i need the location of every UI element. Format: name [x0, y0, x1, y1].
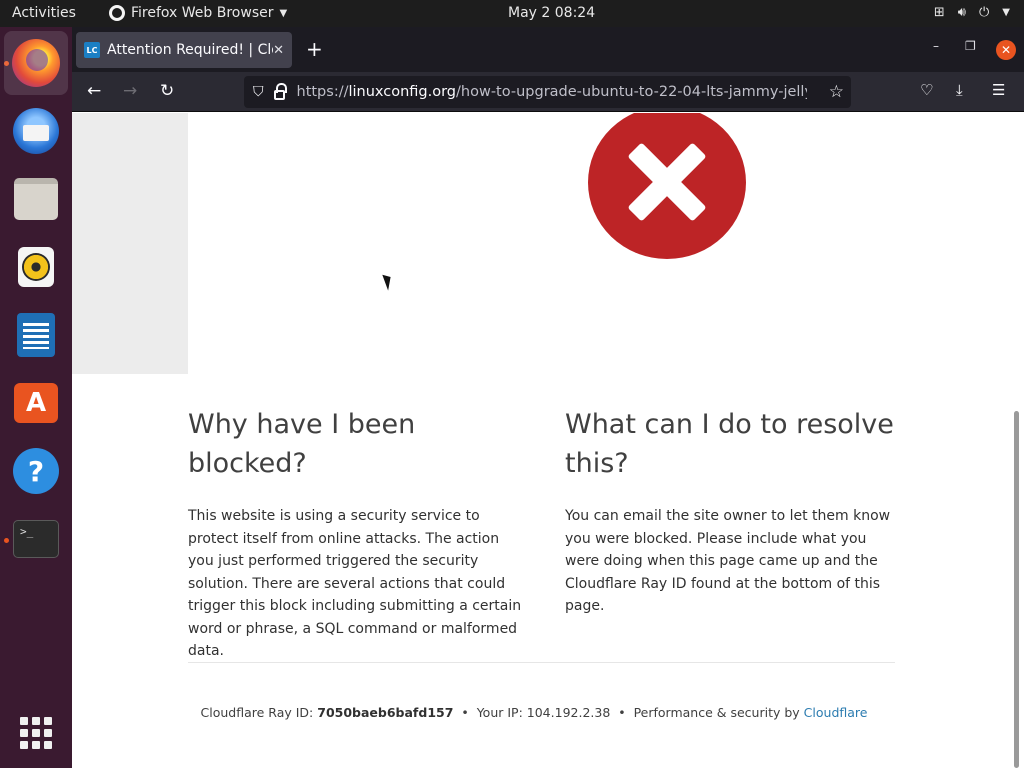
app-menu-label: Firefox Web Browser: [131, 5, 274, 21]
separator: •: [461, 705, 469, 720]
top-bar: Activities Firefox Web Browser ▼ May 2 0…: [0, 0, 1024, 27]
tracking-protection-shield-icon[interactable]: ⛉: [253, 84, 264, 100]
ubuntu-software-icon: A: [14, 383, 58, 423]
page-content: Why have I been blocked? This website is…: [72, 113, 1024, 768]
mouse-cursor: [382, 272, 395, 291]
url-path: /how-to-upgrade-ubuntu-to-22-04-lts-jamm…: [456, 84, 807, 100]
terminal-icon: >_: [13, 520, 59, 558]
new-tab-button[interactable]: +: [306, 37, 323, 61]
url-bar[interactable]: ⛉ https://linuxconfig.org/how-to-upgrade…: [244, 76, 851, 108]
dock-help[interactable]: ?: [12, 447, 60, 495]
blocked-reason-section: Why have I been blocked? This website is…: [188, 405, 528, 663]
footer-divider: [188, 662, 895, 663]
clock[interactable]: May 2 08:24: [508, 5, 595, 21]
ip-label: Your IP:: [476, 705, 523, 720]
navigation-toolbar: ← → ↻ ⛉ https://linuxconfig.org/how-to-u…: [72, 72, 1024, 112]
restore-button[interactable]: ❐: [965, 39, 976, 53]
vertical-scrollbar[interactable]: [1014, 411, 1019, 768]
tab-attention-required[interactable]: LC Attention Required! | Cloudflare ✕: [76, 32, 292, 68]
dock-rhythmbox[interactable]: [12, 243, 60, 291]
minimize-button[interactable]: –: [933, 39, 939, 53]
dock: A ? >_: [0, 27, 72, 768]
activities-button[interactable]: Activities: [12, 5, 76, 21]
url-domain: linuxconfig.org: [348, 84, 457, 100]
close-window-button[interactable]: ✕: [996, 40, 1016, 60]
system-tray[interactable]: ⊞ 🔊︎ ⏻ ▼: [934, 5, 1010, 20]
power-icon[interactable]: ⏻: [979, 5, 989, 20]
forward-button[interactable]: →: [123, 81, 137, 101]
running-indicator: [4, 538, 9, 543]
why-blocked-heading: Why have I been blocked?: [188, 409, 416, 479]
dock-thunderbird[interactable]: [12, 107, 60, 155]
hamburger-menu-icon[interactable]: ☰: [992, 81, 1005, 99]
dock-software[interactable]: A: [12, 379, 60, 427]
chevron-down-icon: ▼: [279, 7, 288, 19]
performance-label: Performance & security by: [633, 705, 800, 720]
site-favicon-icon: LC: [84, 42, 100, 58]
separator: •: [618, 705, 626, 720]
url-text[interactable]: https://linuxconfig.org/how-to-upgrade-u…: [297, 84, 807, 100]
reload-button[interactable]: ↻: [160, 81, 174, 101]
ray-id-value: 7050baeb6bafd157: [317, 705, 454, 720]
bookmark-star-icon[interactable]: ☆: [829, 82, 844, 102]
dock-terminal[interactable]: >_: [12, 515, 60, 563]
why-blocked-text: This website is using a security service…: [188, 508, 522, 659]
rhythmbox-icon: [18, 247, 54, 287]
back-button[interactable]: ←: [87, 81, 101, 101]
ip-value: 104.192.2.38: [526, 705, 611, 720]
volume-icon[interactable]: 🔊︎: [958, 5, 966, 20]
network-icon[interactable]: ⊞: [934, 5, 945, 20]
firefox-icon: [12, 39, 60, 87]
tab-strip: LC Attention Required! | Cloudflare ✕ + …: [72, 27, 1024, 72]
ray-id-label: Cloudflare Ray ID:: [200, 705, 314, 720]
firefox-window: LC Attention Required! | Cloudflare ✕ + …: [72, 27, 1024, 768]
files-icon: [14, 178, 58, 220]
dock-firefox[interactable]: [4, 31, 68, 95]
pocket-icon[interactable]: ♡: [920, 81, 933, 99]
chevron-down-icon[interactable]: ▼: [1002, 7, 1010, 18]
resolve-text: You can email the site owner to let them…: [565, 508, 891, 614]
thunderbird-icon: [13, 108, 59, 154]
firefox-icon: [109, 5, 125, 21]
cloudflare-footer: Cloudflare Ray ID: 7050baeb6bafd157 • Yo…: [72, 705, 916, 720]
close-tab-icon[interactable]: ✕: [273, 43, 284, 58]
downloads-icon[interactable]: ⤓: [956, 81, 963, 99]
show-applications-button[interactable]: [12, 709, 60, 757]
cloudflare-link[interactable]: Cloudflare: [804, 705, 868, 720]
tab-title: Attention Required! | Cloudflare: [107, 42, 273, 58]
dock-files[interactable]: [12, 175, 60, 223]
dock-writer[interactable]: [12, 311, 60, 359]
resolve-heading: What can I do to resolve this?: [565, 409, 894, 479]
resolve-section: What can I do to resolve this? You can e…: [565, 405, 900, 618]
lock-icon[interactable]: [273, 83, 287, 100]
gray-panel: [72, 113, 188, 374]
help-icon: ?: [13, 448, 59, 494]
error-x-icon: [588, 113, 746, 259]
libreoffice-writer-icon: [17, 313, 55, 357]
url-scheme: https://: [296, 84, 349, 100]
app-grid-icon: [20, 717, 52, 749]
app-menu[interactable]: Firefox Web Browser ▼: [109, 5, 287, 21]
